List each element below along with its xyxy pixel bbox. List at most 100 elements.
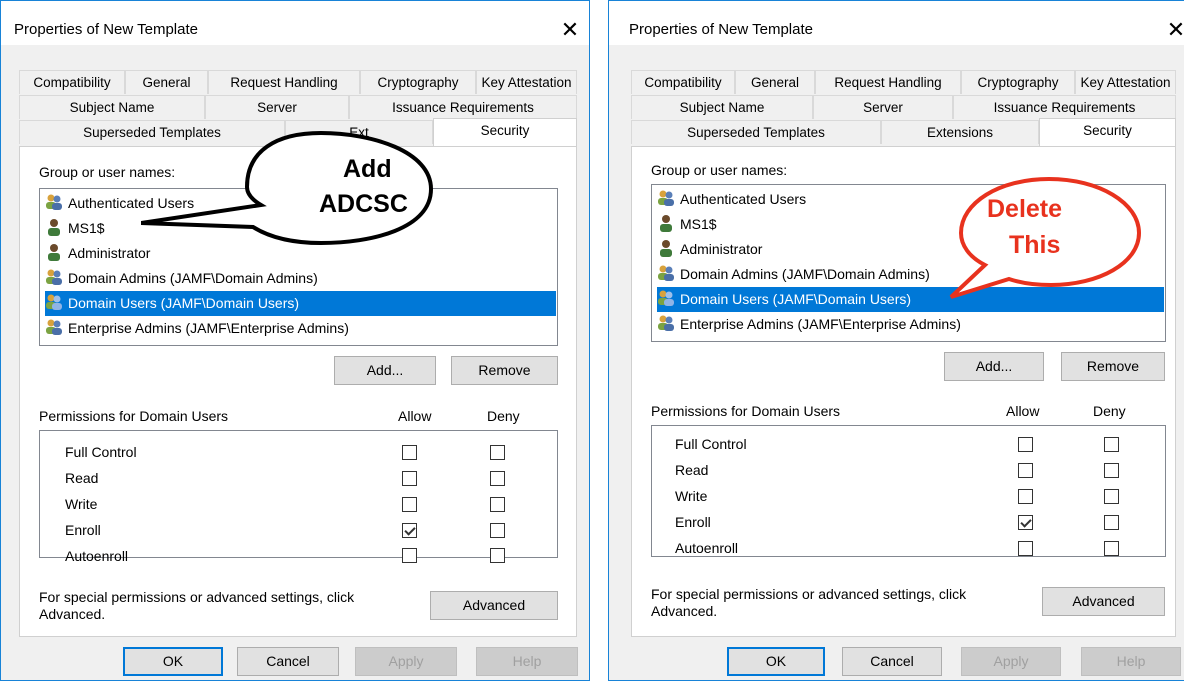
tab-key-attestation[interactable]: Key Attestation: [1075, 70, 1176, 94]
deny-checkbox[interactable]: [1104, 515, 1119, 530]
deny-checkbox[interactable]: [1104, 541, 1119, 556]
left-properties-dialog: Properties of New Template ✕ Compatibili…: [0, 0, 590, 681]
group-users-icon: [45, 293, 63, 311]
tab-server[interactable]: Server: [813, 95, 953, 119]
group-users-icon: [657, 264, 675, 282]
tab-key-attestation[interactable]: Key Attestation: [476, 70, 577, 94]
advanced-button[interactable]: Advanced: [430, 591, 558, 620]
dialog-title: Properties of New Template: [629, 21, 813, 38]
group-users-icon: [45, 193, 63, 211]
special-permissions-text: For special permissions or advanced sett…: [651, 586, 967, 602]
remove-button[interactable]: Remove: [1061, 352, 1165, 381]
permission-name: Enroll: [65, 522, 101, 538]
allow-checkbox[interactable]: [402, 548, 417, 563]
group-names-label: Group or user names:: [651, 162, 788, 178]
deny-checkbox[interactable]: [1104, 489, 1119, 504]
tab-cryptography[interactable]: Cryptography: [360, 70, 476, 94]
callout-text-line1: Delete: [987, 195, 1063, 223]
tab-row-1: Compatibility General Request Handling C…: [631, 70, 1176, 96]
deny-column-header: Deny: [1093, 403, 1126, 419]
deny-checkbox[interactable]: [490, 497, 505, 512]
user-icon: [657, 239, 675, 257]
permissions-label: Permissions for Domain Users: [651, 403, 841, 419]
tab-request-handling[interactable]: Request Handling: [208, 70, 360, 94]
allow-checkbox[interactable]: [402, 471, 417, 486]
add-button[interactable]: Add...: [334, 356, 436, 385]
allow-checkbox[interactable]: [1018, 489, 1033, 504]
group-users-icon: [657, 189, 675, 207]
deny-checkbox[interactable]: [1104, 463, 1119, 478]
callout-text-line2: This: [1009, 231, 1061, 259]
add-adcsc-callout: [141, 130, 434, 246]
allow-checkbox[interactable]: [1018, 541, 1033, 556]
tab-extensions[interactable]: Extensions: [881, 120, 1039, 144]
tab-general[interactable]: General: [125, 70, 208, 94]
callout-text-line1: Add: [343, 155, 392, 183]
permission-name: Enroll: [675, 514, 711, 530]
allow-checkbox[interactable]: [402, 497, 417, 512]
deny-checkbox[interactable]: [490, 445, 505, 460]
tab-row-1: Compatibility General Request Handling C…: [19, 70, 577, 96]
user-icon: [45, 243, 63, 261]
permission-name: Write: [675, 488, 708, 504]
computer-user-icon: [657, 214, 675, 232]
close-icon[interactable]: ✕: [1161, 15, 1184, 45]
deny-checkbox[interactable]: [1104, 437, 1119, 452]
add-button[interactable]: Add...: [944, 352, 1044, 381]
ok-button[interactable]: OK: [123, 647, 223, 676]
ok-button[interactable]: OK: [727, 647, 825, 676]
tab-compatibility[interactable]: Compatibility: [19, 70, 125, 94]
apply-button[interactable]: Apply: [961, 647, 1061, 676]
tab-cryptography[interactable]: Cryptography: [961, 70, 1075, 94]
allow-column-header: Allow: [398, 408, 432, 424]
allow-checkbox-checked[interactable]: [1018, 515, 1033, 530]
allow-checkbox[interactable]: [402, 445, 417, 460]
list-item[interactable]: Enterprise Admins (JAMF\Enterprise Admin…: [45, 316, 556, 341]
tab-row-3: Superseded Templates Extensions Security: [631, 118, 1176, 146]
title-bar: Properties of New Template ✕: [1, 1, 589, 45]
allow-checkbox-checked[interactable]: [402, 523, 417, 538]
allow-column-header: Allow: [1006, 403, 1040, 419]
special-permissions-text: For special permissions or advanced sett…: [39, 589, 355, 605]
group-users-icon: [657, 314, 675, 332]
help-button[interactable]: Help: [1081, 647, 1181, 676]
deny-checkbox[interactable]: [490, 523, 505, 538]
special-permissions-text-2: Advanced.: [39, 606, 106, 622]
tab-compatibility[interactable]: Compatibility: [631, 70, 735, 94]
tab-security[interactable]: Security: [1039, 118, 1176, 146]
tab-subject-name[interactable]: Subject Name: [19, 95, 205, 119]
callout-text-line2: ADCSC: [319, 190, 408, 218]
help-button[interactable]: Help: [476, 647, 578, 676]
tab-security[interactable]: Security: [433, 118, 577, 146]
tab-general[interactable]: General: [735, 70, 815, 94]
computer-user-icon: [45, 218, 63, 236]
group-users-icon: [45, 268, 63, 286]
deny-checkbox[interactable]: [490, 471, 505, 486]
group-users-icon: [657, 289, 675, 307]
right-properties-dialog: Properties of New Template ✕ Compatibili…: [608, 0, 1184, 681]
permissions-label: Permissions for Domain Users: [39, 408, 229, 424]
allow-checkbox[interactable]: [1018, 463, 1033, 478]
tab-issuance-requirements[interactable]: Issuance Requirements: [349, 95, 577, 119]
remove-button[interactable]: Remove: [451, 356, 558, 385]
permission-name: Read: [65, 470, 99, 486]
list-item[interactable]: Enterprise Admins (JAMF\Enterprise Admin…: [657, 312, 1164, 337]
close-icon[interactable]: ✕: [555, 15, 585, 45]
apply-button[interactable]: Apply: [355, 647, 457, 676]
cancel-button[interactable]: Cancel: [842, 647, 942, 676]
permission-name: Write: [65, 496, 98, 512]
tab-request-handling[interactable]: Request Handling: [815, 70, 961, 94]
tab-subject-name[interactable]: Subject Name: [631, 95, 813, 119]
deny-column-header: Deny: [487, 408, 520, 424]
tab-server[interactable]: Server: [205, 95, 349, 119]
tab-superseded-templates[interactable]: Superseded Templates: [631, 120, 881, 144]
permission-name: Read: [675, 462, 709, 478]
advanced-button[interactable]: Advanced: [1042, 587, 1165, 616]
list-item-selected[interactable]: Domain Users (JAMF\Domain Users): [45, 291, 556, 316]
dialog-title: Properties of New Template: [14, 21, 198, 38]
tab-issuance-requirements[interactable]: Issuance Requirements: [953, 95, 1176, 119]
permission-name: Autoenroll: [675, 540, 739, 556]
allow-checkbox[interactable]: [1018, 437, 1033, 452]
deny-checkbox[interactable]: [490, 548, 505, 563]
cancel-button[interactable]: Cancel: [237, 647, 339, 676]
